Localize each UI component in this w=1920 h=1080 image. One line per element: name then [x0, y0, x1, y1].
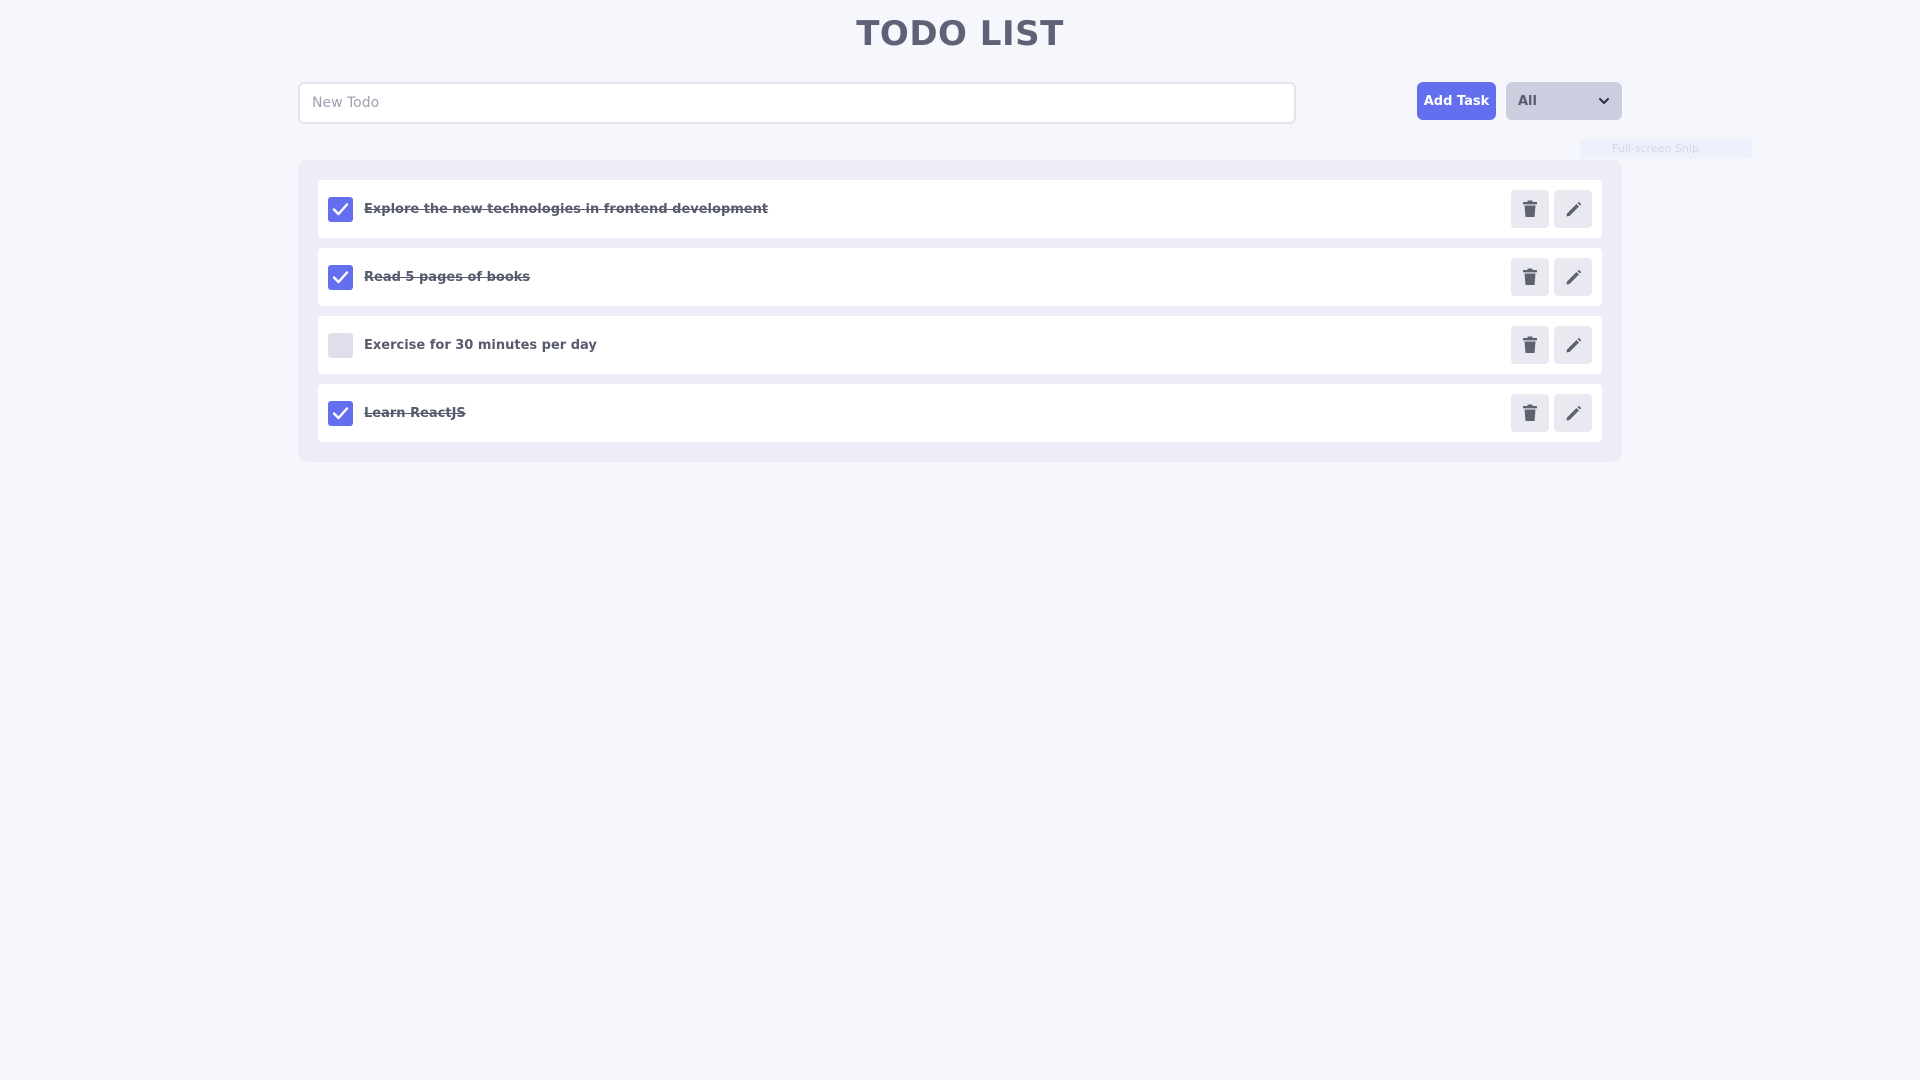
pencil-icon — [1566, 201, 1581, 216]
todo-item: Explore the new technologies in frontend… — [318, 180, 1602, 238]
page-title: TODO LIST — [856, 14, 1064, 54]
edit-button[interactable] — [1554, 394, 1592, 432]
snip-tooltip: Full-screen Snip — [1580, 139, 1752, 159]
pencil-icon — [1566, 337, 1581, 352]
delete-button[interactable] — [1511, 258, 1549, 296]
checkmark-icon — [332, 407, 349, 420]
todo-app: TODO LIST Add Task All Full-screen Snip … — [0, 0, 1920, 1080]
todo-checkbox[interactable] — [328, 400, 353, 426]
todo-item: Learn ReactJS — [318, 384, 1602, 442]
checkmark-icon — [332, 271, 349, 284]
filter-select[interactable]: All — [1506, 82, 1622, 120]
filter-selected-value: All — [1518, 93, 1537, 109]
todo-text: Explore the new technologies in frontend… — [364, 201, 769, 217]
todo-checkbox[interactable] — [328, 264, 353, 290]
todo-text: Read 5 pages of books — [364, 269, 531, 285]
trash-icon — [1523, 404, 1537, 421]
todo-list: Explore the new technologies in frontend… — [298, 160, 1622, 462]
todo-item: Read 5 pages of books — [318, 248, 1602, 306]
delete-button[interactable] — [1511, 326, 1549, 364]
edit-button[interactable] — [1554, 326, 1592, 364]
todo-checkbox[interactable] — [328, 332, 353, 358]
todo-text: Learn ReactJS — [364, 405, 466, 421]
trash-icon — [1523, 336, 1537, 353]
pencil-icon — [1566, 269, 1581, 284]
add-task-button[interactable]: Add Task — [1417, 82, 1496, 120]
chevron-down-icon — [1599, 98, 1609, 104]
edit-button[interactable] — [1554, 258, 1592, 296]
todo-checkbox[interactable] — [328, 196, 353, 222]
edit-button[interactable] — [1554, 190, 1592, 228]
todo-item: Exercise for 30 minutes per day — [318, 316, 1602, 374]
trash-icon — [1523, 200, 1537, 217]
checkmark-icon — [332, 203, 349, 216]
todo-text: Exercise for 30 minutes per day — [364, 337, 597, 353]
new-todo-input[interactable] — [298, 82, 1296, 124]
trash-icon — [1523, 268, 1537, 285]
delete-button[interactable] — [1511, 190, 1549, 228]
delete-button[interactable] — [1511, 394, 1549, 432]
pencil-icon — [1566, 405, 1581, 420]
